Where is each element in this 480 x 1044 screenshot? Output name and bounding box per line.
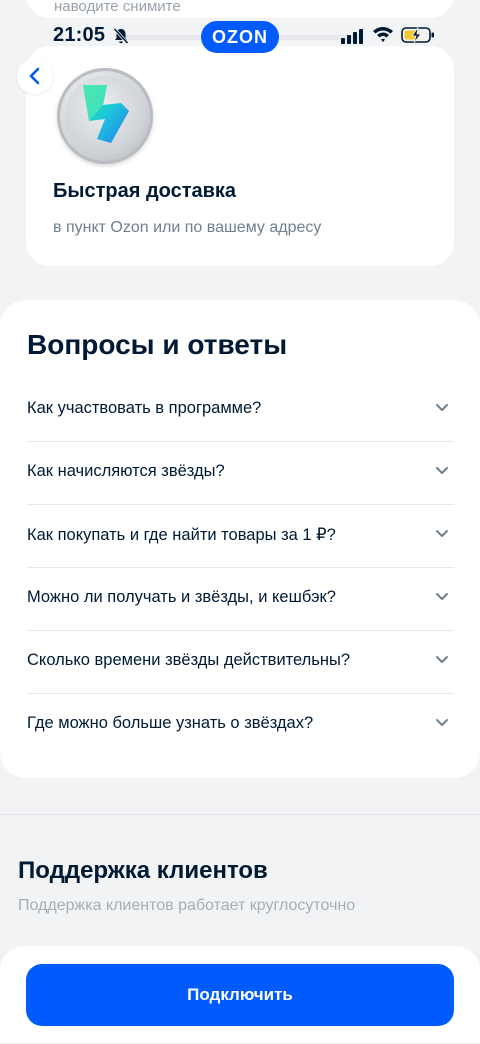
bottom-panel: Подключить (0, 946, 480, 1043)
bolt-icon (83, 85, 129, 143)
chevron-down-icon (436, 404, 448, 411)
back-button[interactable] (17, 58, 53, 94)
faq-question: Как покупать и где найти товары за 1 ₽? (27, 526, 336, 544)
chevron-left-icon (29, 67, 40, 85)
bell-slash-icon (113, 27, 129, 45)
signal-icon (341, 29, 363, 44)
faq-question: Сколько времени звёзды действительны? (27, 651, 351, 669)
previous-card-text: наводите снимите (54, 0, 181, 15)
status-bar: 21:05 OZON (0, 18, 480, 58)
delivery-card: Быстрая доставка в пункт Ozon или по ваш… (26, 46, 454, 266)
chevron-down-icon (436, 656, 448, 663)
faq-question: Можно ли получать и звёзды, и кешбэк? (27, 588, 336, 606)
faq-question: Как участвовать в программе? (27, 399, 262, 417)
faq-title: Вопросы и ответы (27, 329, 288, 360)
support-title: Поддержка клиентов (18, 857, 268, 884)
previous-card: наводите снимите (26, 0, 454, 18)
chevron-down-icon (436, 719, 448, 726)
faq-item[interactable]: Где можно больше узнать о звёздах? (27, 694, 454, 756)
faq-item[interactable]: Как участвовать в программе? (27, 379, 454, 442)
status-time: 21:05 (53, 24, 106, 46)
lightning-coin-icon (57, 68, 153, 164)
chevron-down-icon (436, 593, 448, 600)
battery-charging-icon (401, 27, 434, 43)
delivery-title: Быстрая доставка (53, 180, 237, 202)
faq-question: Где можно больше узнать о звёздах? (27, 714, 314, 732)
faq-item[interactable]: Как покупать и где найти товары за 1 ₽? (27, 505, 454, 568)
faq-item[interactable]: Как начисляются звёзды? (27, 442, 454, 505)
chevron-down-icon (436, 530, 448, 537)
connect-button[interactable]: Подключить (26, 964, 454, 1026)
faq-item[interactable]: Можно ли получать и звёзды, и кешбэк? (27, 568, 454, 631)
faq-card: Вопросы и ответы Как участвовать в прогр… (0, 300, 480, 778)
ozon-logo: OZON (201, 21, 279, 53)
faq-list: Как участвовать в программе? Как начисля… (27, 379, 454, 756)
delivery-subtitle: в пункт Ozon или по вашему адресу (53, 219, 322, 236)
chevron-down-icon (436, 467, 448, 474)
support-subtitle: Поддержка клиентов работает круглосуточн… (18, 897, 356, 914)
faq-question: Как начисляются звёзды? (27, 462, 225, 480)
faq-item[interactable]: Сколько времени звёзды действительны? (27, 631, 454, 694)
wifi-icon (373, 27, 393, 42)
